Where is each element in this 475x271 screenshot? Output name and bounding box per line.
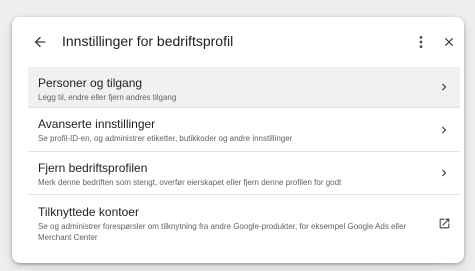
back-button[interactable] xyxy=(28,30,52,54)
dialog-header: Innstillinger for bedriftsprofil xyxy=(12,17,464,67)
chevron-right-icon xyxy=(442,83,447,91)
arrow-back-icon xyxy=(34,36,46,48)
item-title: Fjern bedriftsprofilen xyxy=(38,161,148,175)
item-title: Tilknyttede kontoer xyxy=(38,205,139,219)
chevron-right-icon xyxy=(442,169,447,177)
item-title: Avanserte innstillinger xyxy=(38,117,156,131)
open-in-new-icon xyxy=(439,218,449,228)
item-action xyxy=(436,215,452,231)
business-profile-settings-dialog: Innstillinger for bedriftsprofil Persone… xyxy=(12,17,464,263)
item-subtitle: Merk denne bedriften som stengt, overfør… xyxy=(38,178,342,187)
item-subtitle: Se og administrer forespørsler om tilkny… xyxy=(38,222,407,242)
settings-item-advanced-settings[interactable]: Avanserte innstillinger Se profil-ID-en,… xyxy=(28,108,460,152)
item-action xyxy=(436,165,452,181)
settings-item-remove-business-profile[interactable]: Fjern bedriftsprofilen Merk denne bedrif… xyxy=(28,152,460,195)
item-subtitle: Legg til, endre eller fjern andres tilga… xyxy=(38,93,177,102)
more-vert-icon xyxy=(419,36,423,48)
more-options-button[interactable] xyxy=(411,30,431,54)
item-title: Personer og tilgang xyxy=(38,76,143,90)
close-icon xyxy=(444,37,454,47)
item-action xyxy=(436,79,452,95)
settings-list: Personer og tilgang Legg til, endre elle… xyxy=(28,67,460,257)
item-subtitle: Se profil-ID-en, og administrer etikette… xyxy=(38,134,293,143)
chevron-right-icon xyxy=(442,126,447,134)
dialog-title: Innstillinger for bedriftsprofil xyxy=(62,33,234,49)
settings-item-linked-accounts[interactable]: Tilknyttede kontoer Se og administrer fo… xyxy=(28,195,460,251)
item-action xyxy=(436,122,452,138)
settings-item-people-and-access[interactable]: Personer og tilgang Legg til, endre elle… xyxy=(28,67,460,108)
close-button[interactable] xyxy=(439,30,459,54)
